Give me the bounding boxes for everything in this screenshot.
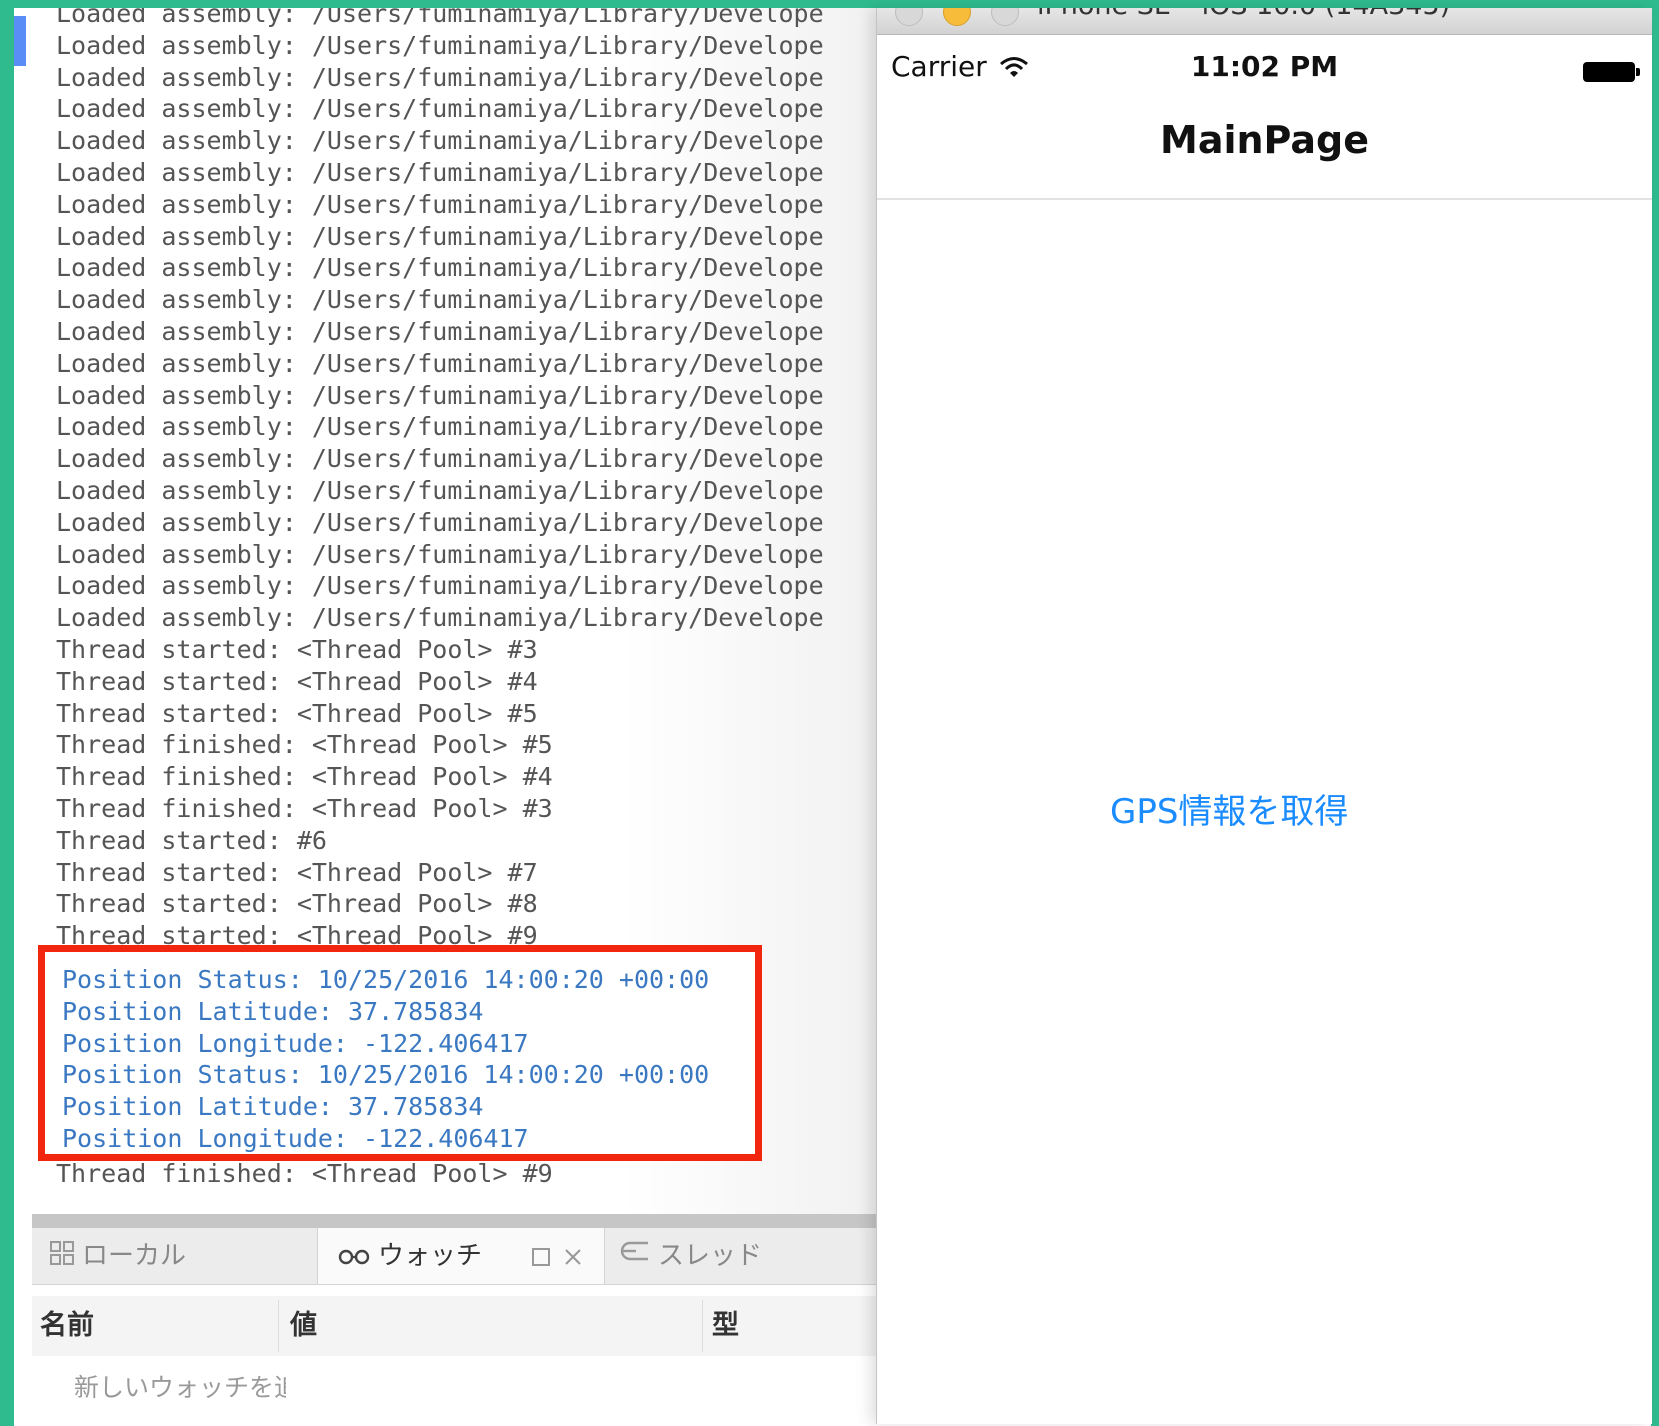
log-line: Loaded assembly: /Users/fuminamiya/Libra… bbox=[56, 8, 824, 28]
accent-bar bbox=[14, 16, 26, 66]
position-latitude-line: Position Latitude: 37.785834 bbox=[62, 996, 484, 1026]
position-latitude-line: Position Latitude: 37.785834 bbox=[62, 1092, 484, 1122]
glasses-icon bbox=[338, 1229, 370, 1285]
frame-right bbox=[1651, 0, 1659, 1426]
log-line: Thread finished: <Thread Pool> #4 bbox=[56, 762, 553, 792]
position-longitude-line: Position Longitude: -122.406417 bbox=[62, 1123, 529, 1153]
window-close-button[interactable] bbox=[895, 8, 923, 26]
ios-status-bar: Carrier 11:02 PM bbox=[877, 38, 1652, 98]
log-line: Loaded assembly: /Users/fuminamiya/Libra… bbox=[56, 94, 824, 124]
log-line: Loaded assembly: /Users/fuminamiya/Libra… bbox=[56, 603, 824, 633]
battery-icon bbox=[1583, 62, 1635, 82]
watch-column-headers: 名前 値 型 bbox=[32, 1296, 876, 1356]
column-divider[interactable] bbox=[278, 1300, 279, 1352]
log-line: Loaded assembly: /Users/fuminamiya/Libra… bbox=[56, 189, 824, 219]
log-line: Thread started: <Thread Pool> #4 bbox=[56, 666, 538, 696]
log-line: Loaded assembly: /Users/fuminamiya/Libra… bbox=[56, 30, 824, 60]
simulator-title: iPhone SE – iOS 10.0 (14A345) bbox=[1037, 8, 1450, 21]
frame-left bbox=[0, 0, 14, 1426]
log-line: Loaded assembly: /Users/fuminamiya/Libra… bbox=[56, 539, 824, 569]
log-line: Loaded assembly: /Users/fuminamiya/Libra… bbox=[56, 157, 824, 187]
position-output-highlight: Position Status: 10/25/2016 14:00:20 +00… bbox=[38, 945, 762, 1161]
log-line: Thread started: <Thread Pool> #8 bbox=[56, 889, 538, 919]
log-line: Thread finished: <Thread Pool> #5 bbox=[56, 730, 553, 760]
log-line: Loaded assembly: /Users/fuminamiya/Libra… bbox=[56, 348, 824, 378]
log-line: Loaded assembly: /Users/fuminamiya/Libra… bbox=[56, 285, 824, 315]
window-minimize-button[interactable] bbox=[943, 8, 971, 26]
log-line: Thread started: <Thread Pool> #7 bbox=[56, 857, 538, 887]
log-line: Thread started: <Thread Pool> #5 bbox=[56, 698, 538, 728]
log-line: Loaded assembly: /Users/fuminamiya/Libra… bbox=[56, 62, 824, 92]
tab-watch[interactable]: ウォッチ bbox=[317, 1228, 605, 1284]
log-line: Loaded assembly: /Users/fuminamiya/Libra… bbox=[56, 507, 824, 537]
log-line: Thread finished: <Thread Pool> #9 bbox=[56, 1159, 553, 1188]
log-lines: Loaded assembly: /Users/fuminamiya/Libra… bbox=[56, 8, 876, 952]
status-time: 11:02 PM bbox=[1190, 50, 1339, 83]
column-divider[interactable] bbox=[702, 1300, 703, 1352]
log-line: Loaded assembly: /Users/fuminamiya/Libra… bbox=[56, 221, 824, 251]
panel-splitter[interactable] bbox=[32, 1214, 876, 1228]
tab-locals[interactable]: ローカル bbox=[50, 1228, 186, 1284]
position-status-line: Position Status: 10/25/2016 14:00:20 +00… bbox=[62, 965, 710, 994]
battery-tip bbox=[1636, 68, 1640, 76]
position-status-line: Position Status: 10/25/2016 14:00:20 +00… bbox=[62, 1060, 710, 1090]
log-line: Thread finished: <Thread Pool> #3 bbox=[56, 793, 553, 823]
tab-threads-label: スレッド bbox=[658, 1241, 763, 1271]
pad-icon[interactable] bbox=[532, 1228, 550, 1284]
tab-threads[interactable]: スレッド bbox=[620, 1228, 762, 1284]
watch-add-row[interactable]: 新しいウォッチを追加 bbox=[32, 1356, 876, 1426]
column-name[interactable]: 名前 bbox=[40, 1296, 94, 1356]
log-line: Loaded assembly: /Users/fuminamiya/Libra… bbox=[56, 412, 824, 442]
close-icon[interactable] bbox=[564, 1228, 582, 1284]
debug-tabbar: ローカル ウォッチ スレッド bbox=[32, 1228, 876, 1285]
tab-locals-label: ローカル bbox=[82, 1241, 187, 1271]
log-line: Thread started: #6 bbox=[56, 825, 327, 855]
log-line: Loaded assembly: /Users/fuminamiya/Libra… bbox=[56, 444, 824, 474]
grid-icon bbox=[50, 1229, 74, 1285]
frame-top bbox=[0, 0, 1659, 8]
log-line: Loaded assembly: /Users/fuminamiya/Libra… bbox=[56, 253, 824, 283]
log-line: Loaded assembly: /Users/fuminamiya/Libra… bbox=[56, 571, 824, 601]
add-watch-placeholder[interactable]: 新しいウォッチを追加 bbox=[74, 1368, 286, 1404]
column-value[interactable]: 値 bbox=[290, 1296, 317, 1356]
log-line: Loaded assembly: /Users/fuminamiya/Libra… bbox=[56, 316, 824, 346]
window-zoom-button[interactable] bbox=[991, 8, 1019, 26]
position-longitude-line: Position Longitude: -122.406417 bbox=[62, 1028, 529, 1058]
column-type[interactable]: 型 bbox=[712, 1296, 739, 1356]
thread-icon bbox=[620, 1229, 650, 1285]
log-line: Loaded assembly: /Users/fuminamiya/Libra… bbox=[56, 380, 824, 410]
tab-watch-label: ウォッチ bbox=[378, 1241, 483, 1271]
log-line: Loaded assembly: /Users/fuminamiya/Libra… bbox=[56, 475, 824, 505]
log-line: Thread started: <Thread Pool> #3 bbox=[56, 634, 538, 664]
ios-navigation-bar: MainPage bbox=[877, 98, 1652, 200]
position-lines: Position Status: 10/25/2016 14:00:20 +00… bbox=[62, 964, 709, 1155]
page-title: MainPage bbox=[1160, 118, 1369, 162]
simulator-titlebar[interactable]: iPhone SE – iOS 10.0 (14A345) bbox=[877, 8, 1652, 35]
log-line: Loaded assembly: /Users/fuminamiya/Libra… bbox=[56, 126, 824, 156]
get-gps-button[interactable]: GPS情報を取得 bbox=[1110, 783, 1430, 833]
simulator-window: iPhone SE – iOS 10.0 (14A345) Carrier 11… bbox=[876, 8, 1652, 1424]
